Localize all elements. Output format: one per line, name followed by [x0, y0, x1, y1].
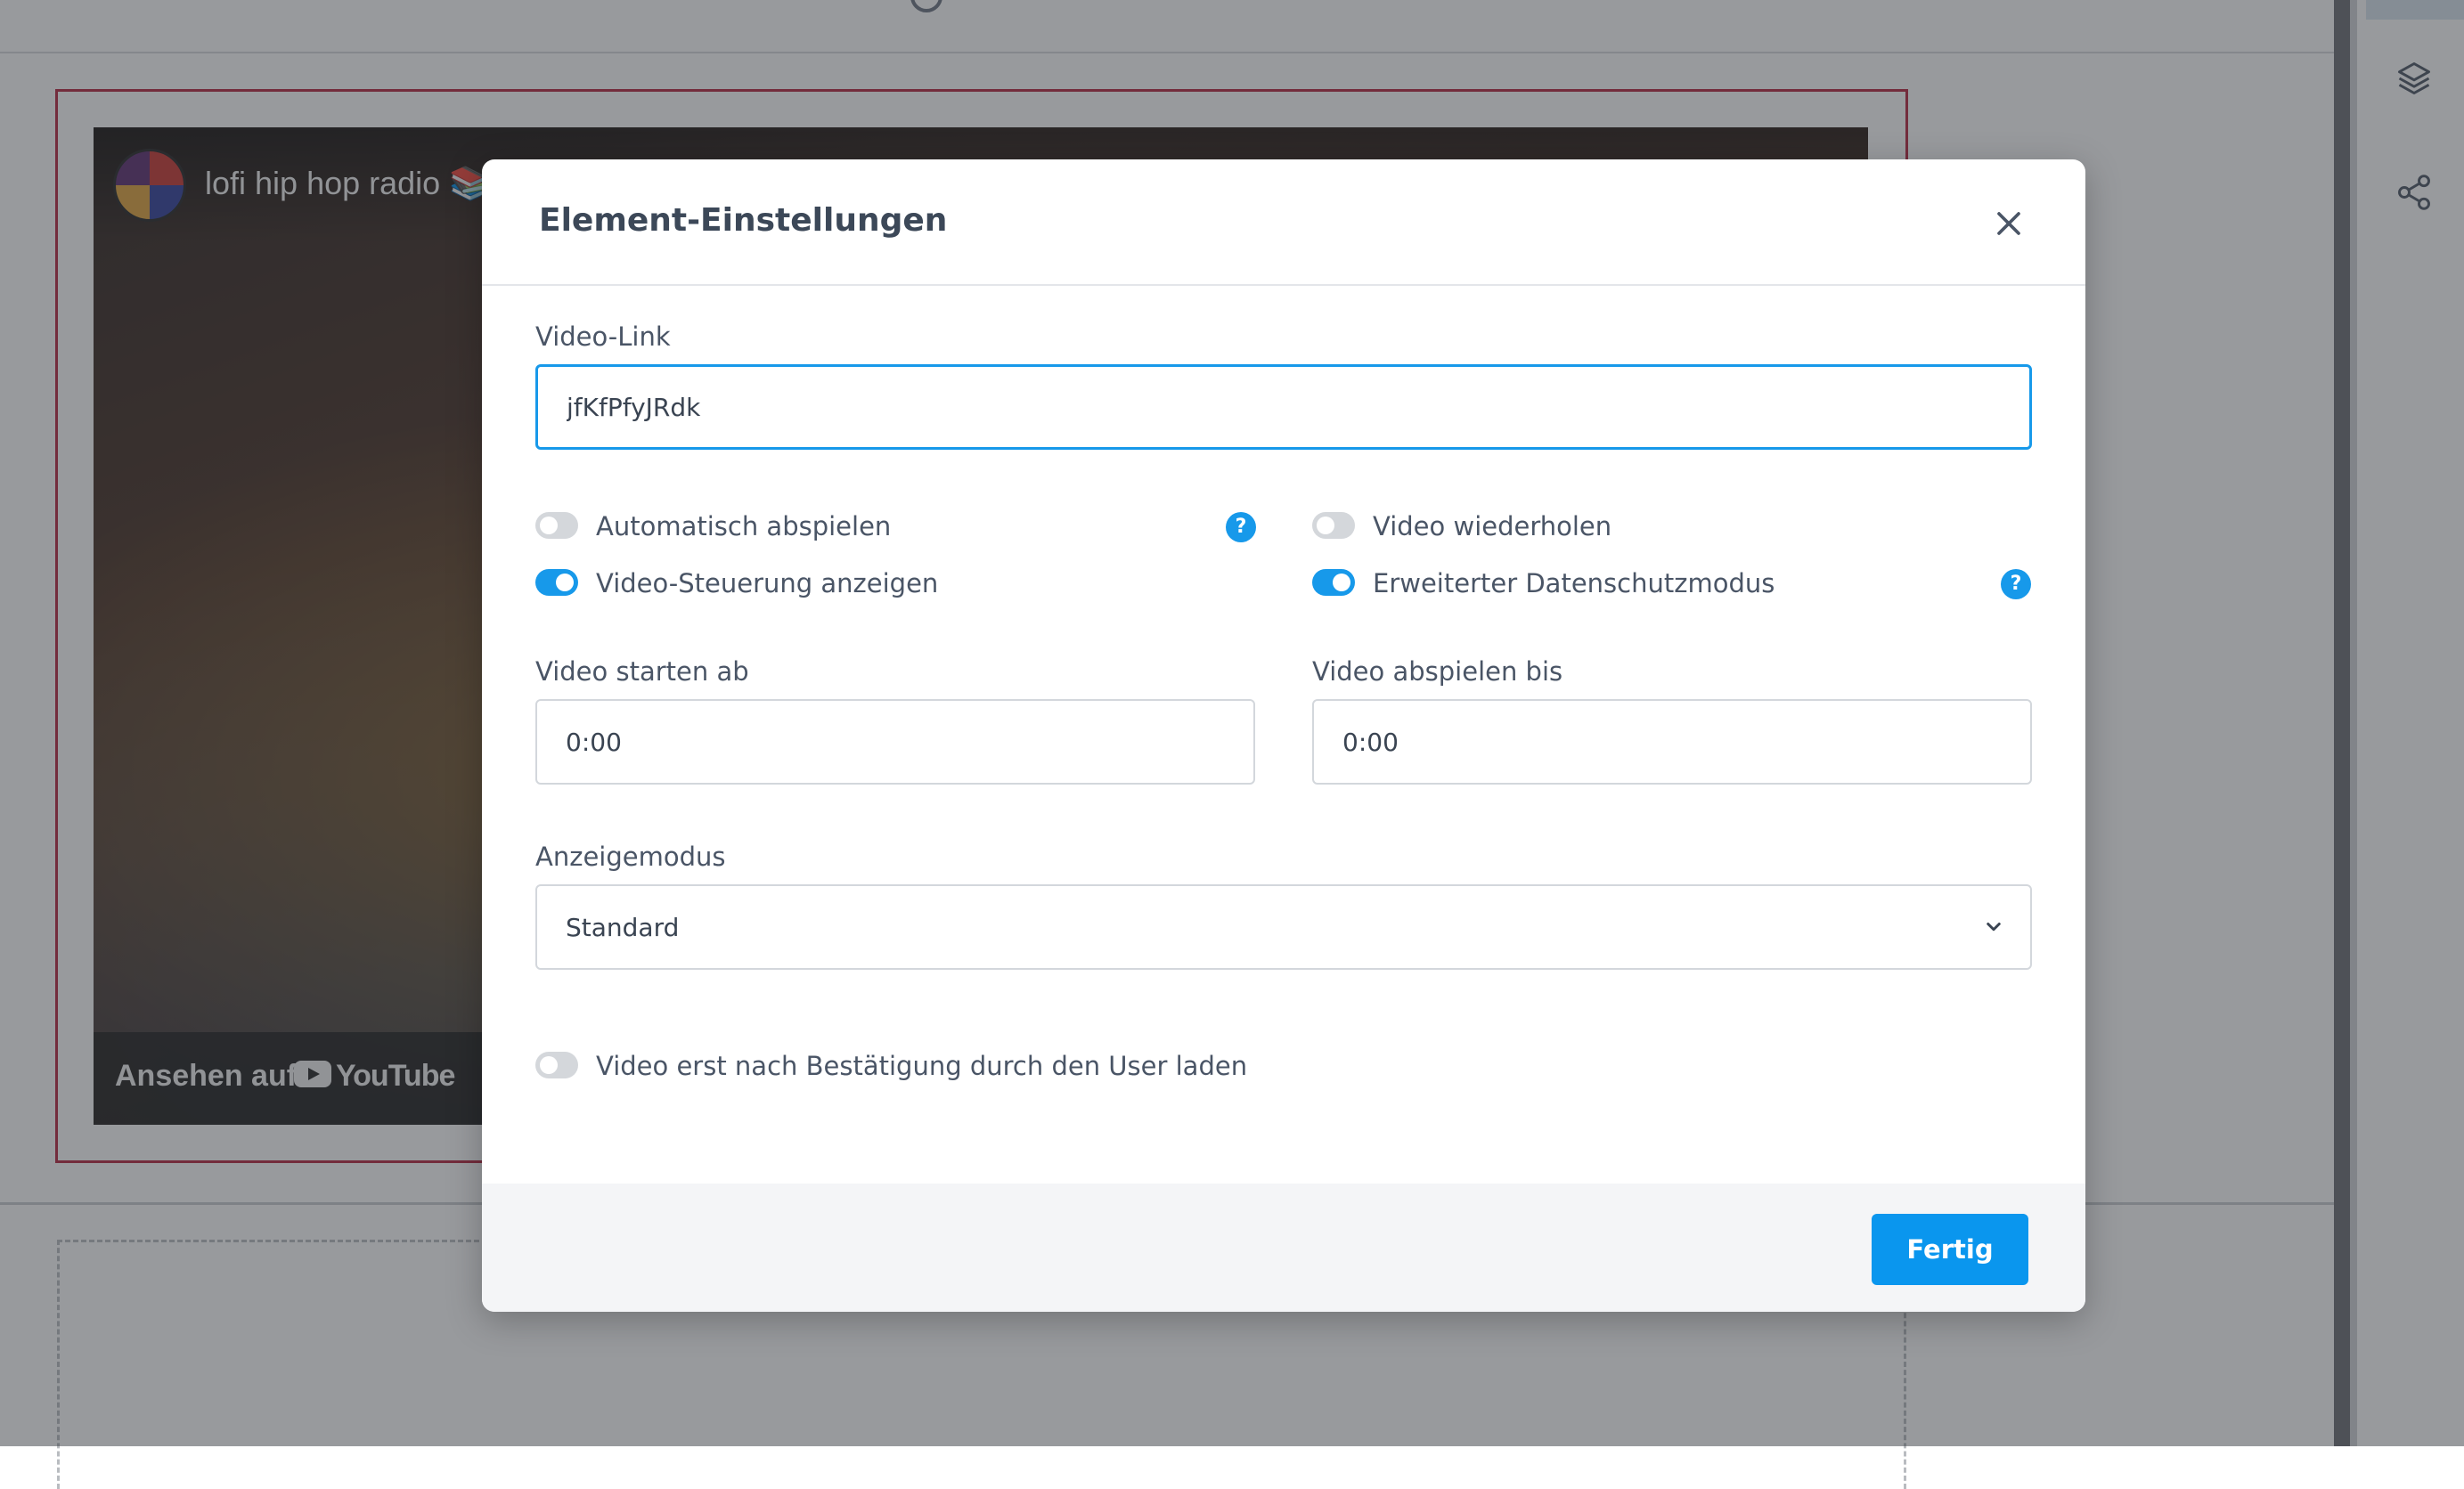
end-time-label: Video abspielen bis	[1312, 656, 1563, 687]
dialog-header: Element-Einstellungen	[482, 159, 2085, 286]
display-mode-label: Anzeigemodus	[535, 842, 726, 872]
element-settings-dialog: Element-Einstellungen Video-Link Automat…	[482, 159, 2085, 1312]
privacy-toggle[interactable]	[1312, 569, 1355, 596]
autoplay-toggle[interactable]	[535, 512, 578, 539]
start-time-input[interactable]	[535, 699, 1255, 785]
start-time-label: Video starten ab	[535, 656, 749, 687]
toggle-knob	[540, 517, 558, 534]
dialog-title: Element-Einstellungen	[539, 202, 948, 239]
done-button[interactable]: Fertig	[1872, 1214, 2028, 1285]
loop-label: Video wiederholen	[1373, 511, 1612, 541]
autoplay-help-icon[interactable]: ?	[1226, 512, 1256, 542]
privacy-help-icon[interactable]: ?	[2001, 569, 2031, 599]
close-icon[interactable]	[1989, 204, 2028, 243]
toggle-knob	[556, 574, 574, 591]
display-mode-select[interactable]: Standard	[535, 884, 2032, 970]
privacy-label: Erweiterter Datenschutzmodus	[1373, 568, 1775, 598]
controls-label: Video-Steuerung anzeigen	[596, 568, 939, 598]
dialog-footer: Fertig	[482, 1184, 2085, 1312]
video-link-label: Video-Link	[535, 321, 671, 352]
chevron-down-icon	[1980, 913, 2007, 940]
toggle-knob	[540, 1056, 558, 1074]
autoplay-label: Automatisch abspielen	[596, 511, 892, 541]
loop-toggle[interactable]	[1312, 512, 1355, 539]
toggle-knob	[1317, 517, 1334, 534]
display-mode-value: Standard	[566, 913, 680, 942]
toggle-knob	[1333, 574, 1350, 591]
controls-toggle[interactable]	[535, 569, 578, 596]
end-time-input[interactable]	[1312, 699, 2032, 785]
video-link-input[interactable]	[535, 364, 2032, 450]
consent-toggle[interactable]	[535, 1052, 578, 1078]
consent-label: Video erst nach Bestätigung durch den Us…	[596, 1051, 1248, 1081]
